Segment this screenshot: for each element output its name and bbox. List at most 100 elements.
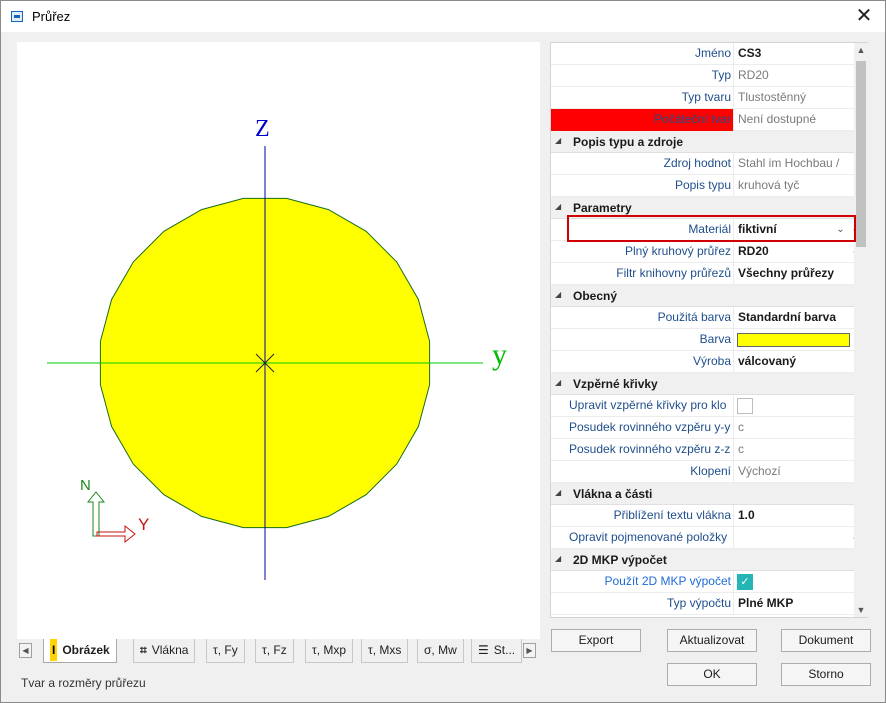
section-type-source[interactable]: ◢ Popis typu a zdroje [551,131,867,153]
prop-label: Plný kruhový průřez [624,244,731,258]
close-button[interactable]: ✕ [849,3,879,29]
tab-label: τ, Fy [213,643,238,657]
prop-use-2d-fem[interactable]: Použít 2D MKP výpočet ✓ [551,571,867,593]
property-grid: Jméno CS3 Typ RD20 Typ tvaru Tlustostěnn… [550,42,868,618]
cancel-button[interactable]: Storno [781,663,871,686]
prop-color[interactable]: Barva [551,329,867,351]
fibers-icon: ⌗ [140,643,147,657]
section-drawing: Z y N Y [17,42,540,639]
list-icon: ☰ [478,643,489,657]
prop-value[interactable]: ✓ [733,571,855,593]
prop-label: Opravit pojmenované položky [569,530,728,544]
prop-value[interactable]: CS3 [733,43,855,65]
prop-initial-shape: Počáteční tvar Není dostupné [551,109,867,131]
tab-label: σ, Mw [424,643,457,657]
fabrication-select[interactable]: válcovaný [733,351,855,373]
section-parameters[interactable]: ◢ Parametry [551,197,867,219]
prop-label: Počáteční tvar [551,109,733,131]
tab-tau-mxs[interactable]: τ, Mxs [361,639,409,663]
prop-library-filter[interactable]: Filtr knihovny průřezů Všechny průřezy ⌄ [551,263,867,285]
prop-material[interactable]: Materiál fiktivní ⌄ ... [551,219,867,241]
prop-value: RD20 [733,65,855,87]
tab-tau-mxp[interactable]: τ, Mxp [305,639,354,663]
scroll-up-icon[interactable]: ▲ [854,43,868,57]
tab-label: τ, Mxs [368,643,402,657]
prop-value[interactable]: RD20 [733,241,855,263]
prop-calc-type[interactable]: Typ výpočtu Plné MKP ⌄ [551,593,867,615]
prop-value[interactable] [733,527,855,549]
prop-value: c [733,439,855,461]
section-buckling-curves[interactable]: ◢ Vzpěrné křivky [551,373,867,395]
color-swatch[interactable] [737,333,850,347]
prop-name[interactable]: Jméno CS3 [551,43,867,65]
prop-fabrication[interactable]: Výroba válcovaný ⌄ [551,351,867,373]
prop-label: Použitá barva [657,310,731,324]
tab-sigma-mw[interactable]: σ, Mw [417,639,464,663]
section-canvas: Z y N Y [47,116,507,580]
filter-select[interactable]: Všechny průřezy [733,263,855,285]
prop-value: kruhová tyč [733,175,855,197]
prop-label: Barva [699,332,731,346]
tab-vlakna[interactable]: ⌗ Vlákna [133,639,196,663]
prop-type: Typ RD20 [551,65,867,87]
profile-icon: I [50,639,58,661]
tab-label: St... [493,643,516,657]
prop-label: Použít 2D MKP výpočet [604,574,731,588]
y-axis-label: y [492,338,507,371]
prop-solid-round[interactable]: Plný kruhový průřez RD20 ... [551,241,867,263]
property-scrollbar[interactable]: ▲ ▼ [854,43,868,617]
tab-scroll-right-button[interactable]: ▶ [523,643,536,658]
chevron-down-icon[interactable]: ⌄ [834,223,847,236]
section-2d-fem[interactable]: ◢ 2D MKP výpočet [551,549,867,571]
prop-named-items[interactable]: Opravit pojmenované položky ... [551,527,867,549]
tab-tau-fz[interactable]: τ, Fz [255,639,294,663]
tab-scroll-left-button[interactable]: ◀ [19,643,32,658]
refresh-button[interactable]: Aktualizovat [667,629,757,652]
prop-label: Posudek rovinného vzpěru y-y [569,420,731,434]
prop-label: Materiál [688,222,731,236]
tab-stresses[interactable]: ☰ St... [471,639,523,663]
prop-label: Filtr knihovny průřezů [616,266,731,280]
prop-used-color[interactable]: Použitá barva Standardní barva ⌄ [551,307,867,329]
tab-obrazek[interactable]: I Obrázek [43,639,117,663]
collapse-icon: ◢ [555,554,562,563]
prop-value: c [733,417,855,439]
view-tabs: ◀ I Obrázek ⌗ Vlákna τ, Fy τ, Fz τ, Mxp τ,… [15,639,539,663]
prop-label: Typ výpočtu [666,596,731,610]
section-title: Popis typu a zdroje [573,135,684,149]
prop-label: Posudek rovinného vzpěru z-z [569,442,731,456]
scroll-thumb[interactable] [856,61,866,247]
used-color-select[interactable]: Standardní barva [733,307,855,329]
fiber-zoom-select[interactable]: 1.0 [733,505,855,527]
document-button[interactable]: Dokument [781,629,871,652]
tab-tau-fy[interactable]: τ, Fy [206,639,245,663]
prop-label: Klopení [690,464,731,478]
prop-value[interactable] [733,329,855,351]
prop-source: Zdroj hodnot Stahl im Hochbau / [551,153,867,175]
prop-fiber-text-zoom[interactable]: Přiblížení textu vlákna 1.0 ⌄ [551,505,867,527]
modify-buckling-checkbox[interactable] [737,398,753,414]
use-2d-fem-checkbox[interactable]: ✓ [737,574,753,590]
tab-label: Vlákna [151,643,189,657]
prop-label: Zdroj hodnot [663,156,731,170]
prop-value[interactable] [733,395,855,417]
export-button[interactable]: Export [551,629,641,652]
section-general[interactable]: ◢ Obecný [551,285,867,307]
prop-label: Výroba [692,354,731,368]
prop-modify-buckling[interactable]: Upravit vzpěrné křivky pro klo [551,395,867,417]
prop-shape-type: Typ tvaru Tlustostěnný [551,87,867,109]
prop-label: Popis typu [674,178,731,192]
lcs-n-label: N [80,477,91,494]
prop-label: Typ tvaru [681,90,731,104]
section-title: Obecný [573,289,618,303]
prop-ltb: Klopení Výchozí [551,461,867,483]
prop-buckling-yy: Posudek rovinného vzpěru y-y c [551,417,867,439]
scroll-down-icon[interactable]: ▼ [854,603,868,617]
window-title: Průřez [32,9,71,24]
calc-type-select[interactable]: Plné MKP [733,593,855,615]
ok-button[interactable]: OK [667,663,757,686]
section-title: 2D MKP výpočet [573,553,667,567]
section-fibers-parts[interactable]: ◢ Vlákna a části [551,483,867,505]
z-axis-label: Z [255,116,270,142]
prop-label: Jméno [694,46,731,60]
